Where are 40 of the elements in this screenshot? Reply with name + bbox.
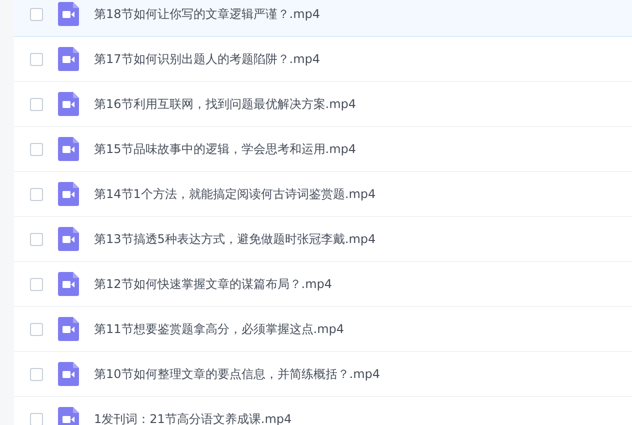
checkbox[interactable] (30, 188, 43, 200)
checkbox[interactable] (30, 8, 43, 20)
file-row[interactable]: 第18节如何让你写的文章逻辑严谨？.mp4 (14, 0, 632, 37)
video-file-icon (58, 272, 79, 296)
video-file-icon (58, 362, 79, 386)
file-name[interactable]: 第15节品味故事中的逻辑，学会思考和运用.mp4 (94, 140, 356, 158)
video-file-icon (58, 137, 79, 161)
checkbox[interactable] (30, 232, 43, 246)
file-name[interactable]: 第17节如何识别出题人的考题陷阱？.mp4 (94, 50, 320, 68)
file-name[interactable]: 第14节1个方法，就能搞定阅读何古诗词鉴赏题.mp4 (94, 186, 376, 202)
file-row[interactable]: 1发刊词：21节高分语文养成课.mp4 (14, 397, 632, 425)
checkbox[interactable] (30, 368, 43, 380)
file-name[interactable]: 1发刊词：21节高分语文养成课.mp4 (94, 410, 292, 425)
file-row[interactable]: 第15节品味故事中的逻辑，学会思考和运用.mp4 (14, 127, 632, 172)
checkbox[interactable] (30, 98, 43, 110)
video-file-icon (58, 227, 79, 251)
video-file-icon (58, 2, 79, 26)
file-row[interactable]: 第10节如何整理文章的要点信息，并简练概括？.mp4 (14, 352, 632, 397)
video-file-icon (58, 182, 79, 206)
video-file-icon (58, 407, 79, 425)
checkbox[interactable] (30, 142, 43, 156)
file-row[interactable]: 第13节搞透5种表达方式，避免做题时张冠李戴.mp4 (14, 217, 632, 262)
file-row[interactable]: 第11节想要鉴赏题拿高分，必须掌握这点.mp4 (14, 307, 632, 352)
file-name[interactable]: 第16节利用互联网，找到问题最优解决方案.mp4 (94, 96, 356, 112)
file-row[interactable]: 第12节如何快速掌握文章的谋篇布局？.mp4 (14, 262, 632, 307)
video-file-icon (58, 92, 79, 116)
video-file-icon (58, 317, 79, 341)
checkbox[interactable] (30, 412, 43, 425)
video-file-icon (58, 47, 79, 71)
file-name[interactable]: 第12节如何快速掌握文章的谋篇布局？.mp4 (94, 276, 332, 292)
file-name[interactable]: 第10节如何整理文章的要点信息，并简练概括？.mp4 (94, 366, 380, 382)
file-name[interactable]: 第11节想要鉴赏题拿高分，必须掌握这点.mp4 (94, 320, 344, 338)
checkbox[interactable] (30, 278, 43, 290)
file-row[interactable]: 第14节1个方法，就能搞定阅读何古诗词鉴赏题.mp4 (14, 172, 632, 217)
checkbox[interactable] (30, 322, 43, 336)
checkbox[interactable] (30, 52, 43, 66)
file-name[interactable]: 第13节搞透5种表达方式，避免做题时张冠李戴.mp4 (94, 230, 376, 248)
file-row[interactable]: 第17节如何识别出题人的考题陷阱？.mp4 (14, 37, 632, 82)
file-row[interactable]: 第16节利用互联网，找到问题最优解决方案.mp4 (14, 82, 632, 127)
file-name[interactable]: 第18节如何让你写的文章逻辑严谨？.mp4 (94, 6, 320, 22)
